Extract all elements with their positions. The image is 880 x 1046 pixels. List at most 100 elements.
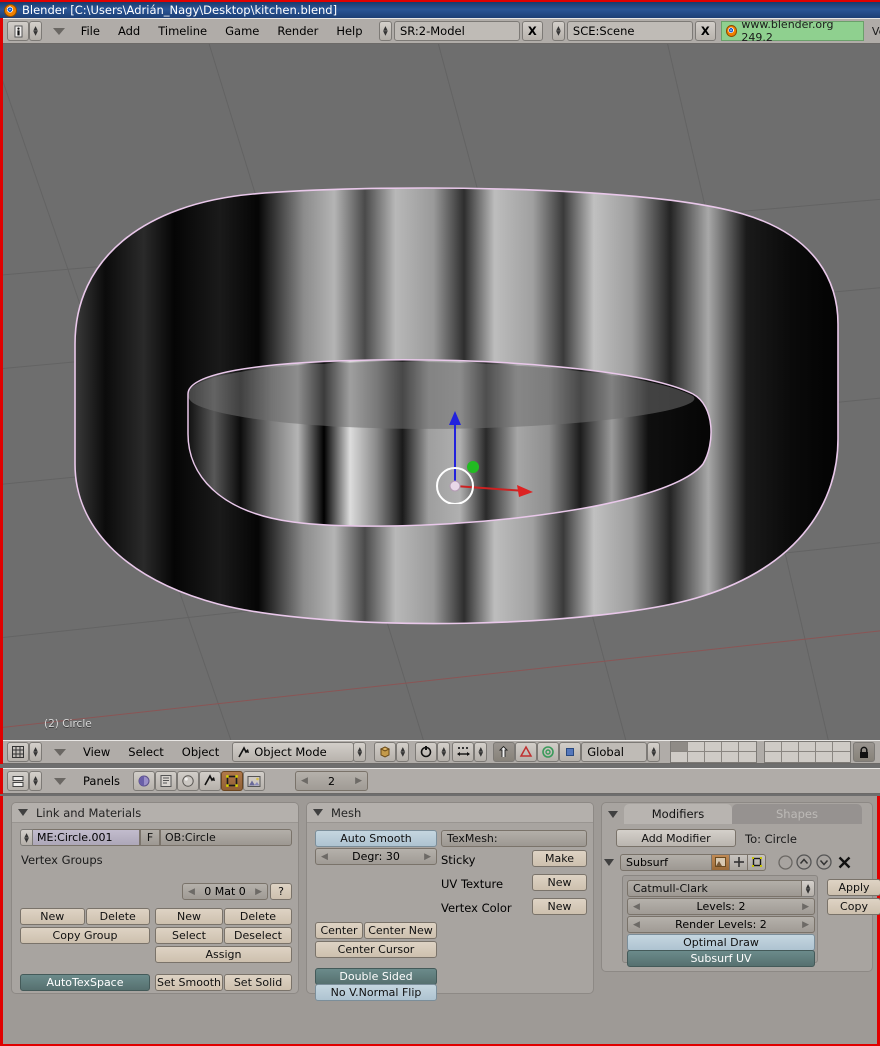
levels-field[interactable]: ◀ Levels: 2 ▶ [627, 898, 815, 915]
translate-manipulator-widget[interactable] [433, 409, 543, 504]
degr-next-arrow[interactable]: ▶ [424, 852, 431, 862]
panel-link-and-materials-header[interactable]: Link and Materials [12, 803, 298, 823]
window-type-spinner[interactable]: ▲ ▼ [29, 21, 42, 41]
layer-button-3[interactable] [705, 742, 723, 752]
modifier-name-field[interactable]: Subsurf [620, 853, 712, 871]
frame-prev-arrow[interactable]: ◀ [301, 776, 308, 786]
material-delete-button[interactable]: Delete [224, 908, 292, 925]
center-cursor-button[interactable]: Center Cursor [315, 941, 437, 958]
subsurf-uv-toggle[interactable]: Subsurf UV [627, 950, 815, 967]
tab-modifiers[interactable]: Modifiers [624, 804, 732, 824]
tab-shapes[interactable]: Shapes [732, 804, 862, 824]
manip-spinner[interactable]: ▲ ▼ [474, 742, 488, 762]
scene-browse-icon[interactable]: ▲ ▼ [551, 21, 565, 41]
transform-orientation-field[interactable]: Global [581, 742, 648, 762]
lock-layers-icon[interactable] [853, 742, 876, 762]
vgroup-new-button[interactable]: New [20, 908, 85, 925]
menu-render[interactable]: Render [268, 21, 327, 41]
fake-user-button[interactable]: F [140, 829, 160, 846]
collapse-triangle-icon[interactable] [608, 810, 618, 818]
mode-selector[interactable]: Object Mode [232, 742, 355, 762]
material-deselect-button[interactable]: Deselect [224, 927, 292, 944]
expand-triangle-icon[interactable] [604, 858, 620, 866]
layer-button-8[interactable] [799, 742, 817, 752]
degr-prev-arrow[interactable]: ◀ [321, 852, 328, 862]
manipulator-rotate-icon[interactable] [515, 742, 538, 762]
scene-name-field[interactable]: SCE:Scene [566, 21, 694, 41]
shading-spinner[interactable]: ▲ ▼ [396, 742, 410, 762]
move-down-icon[interactable] [814, 854, 834, 870]
levels-next-arrow[interactable]: ▶ [802, 902, 809, 912]
subdivision-type-spinner[interactable]: ▲ ▼ [802, 880, 815, 897]
layer-button-7[interactable] [782, 742, 800, 752]
view3d-window-icon[interactable] [7, 742, 29, 762]
no-v-normal-flip-toggle[interactable]: No V.Normal Flip [315, 984, 437, 1001]
pivot-spinner[interactable]: ▲ ▼ [437, 742, 451, 762]
menu-help[interactable]: Help [327, 21, 371, 41]
menu-timeline[interactable]: Timeline [149, 21, 216, 41]
panel-mesh-header[interactable]: Mesh [307, 803, 593, 823]
layer-grid-second[interactable] [764, 741, 852, 763]
layer-button-2[interactable] [688, 742, 706, 752]
material-icon[interactable] [177, 771, 200, 791]
material-help-button[interactable]: ? [270, 883, 292, 900]
cage-toggle-icon[interactable] [776, 854, 794, 870]
layer-button-20[interactable] [833, 752, 851, 762]
manipulator-arrows-icon[interactable] [452, 742, 475, 762]
menu-add[interactable]: Add [109, 21, 149, 41]
layer-button-18[interactable] [799, 752, 817, 762]
add-modifier-button[interactable]: Add Modifier [616, 829, 736, 847]
solid-shading-icon[interactable] [374, 742, 397, 762]
layer-button-19[interactable] [816, 752, 834, 762]
editing-icon[interactable] [199, 771, 222, 791]
vgroup-delete-button[interactable]: Delete [85, 908, 150, 925]
double-sided-toggle[interactable]: Double Sided [315, 968, 437, 985]
uv-texture-new-button[interactable]: New [532, 874, 587, 891]
layer-button-15[interactable] [739, 752, 757, 762]
scene-delete-button[interactable]: X [695, 21, 716, 41]
screen-delete-button[interactable]: X [522, 21, 543, 41]
render-levels-prev-arrow[interactable]: ◀ [633, 920, 640, 930]
median-point-icon[interactable] [415, 742, 438, 762]
layer-button-17[interactable] [782, 752, 800, 762]
menu-collapse-triangle-icon[interactable] [52, 777, 68, 785]
orientation-spinner[interactable]: ▲ ▼ [647, 742, 661, 762]
browse-mesh-icon[interactable]: ▲ ▼ [20, 829, 33, 846]
info-window-icon[interactable] [7, 21, 29, 41]
subdivision-type-field[interactable]: Catmull-Clark [627, 880, 802, 897]
material-new-button[interactable]: New [155, 908, 223, 925]
layer-button-9[interactable] [816, 742, 834, 752]
apply-modifier-button[interactable]: Apply [827, 879, 880, 896]
manipulator-combo-icon[interactable] [559, 742, 582, 762]
shading-icon[interactable] [133, 771, 156, 791]
material-next-arrow[interactable]: ▶ [255, 887, 262, 897]
frame-next-arrow[interactable]: ▶ [355, 776, 362, 786]
layer-button-13[interactable] [705, 752, 723, 762]
collapse-triangle-icon[interactable] [18, 809, 28, 816]
layer-button-16[interactable] [765, 752, 783, 762]
view3d-window-type-spinner[interactable]: ▲ ▼ [29, 742, 42, 762]
vertex-color-new-button[interactable]: New [532, 898, 587, 915]
frame-number-field[interactable]: ◀ 2 ▶ [295, 771, 369, 791]
texmesh-field[interactable]: TexMesh: [441, 830, 587, 847]
editing-mesh-icon[interactable] [221, 771, 244, 791]
editmode-toggle-icon[interactable] [748, 853, 766, 871]
layer-button-4[interactable] [722, 742, 740, 752]
menu-collapse-triangle-icon[interactable] [52, 748, 68, 756]
view3d-menu-object[interactable]: Object [173, 742, 228, 762]
mode-spinner[interactable]: ▲ ▼ [353, 742, 367, 762]
object-icon[interactable] [155, 771, 178, 791]
manipulator-translate-icon[interactable] [493, 742, 516, 762]
center-new-button[interactable]: Center New [364, 922, 437, 939]
manipulator-scale-icon[interactable] [537, 742, 560, 762]
collapse-triangle-icon[interactable] [313, 809, 323, 816]
render-toggle-icon[interactable] [712, 853, 730, 871]
layer-button-14[interactable] [722, 752, 740, 762]
render-levels-field[interactable]: ◀ Render Levels: 2 ▶ [627, 916, 815, 933]
move-up-icon[interactable] [794, 854, 814, 870]
render-levels-next-arrow[interactable]: ▶ [802, 920, 809, 930]
view3d-menu-view[interactable]: View [74, 742, 119, 762]
material-index-field[interactable]: ◀ 0 Mat 0 ▶ [182, 883, 268, 900]
buttons-window-icon[interactable] [7, 771, 29, 791]
delete-x-icon[interactable] [834, 855, 854, 870]
